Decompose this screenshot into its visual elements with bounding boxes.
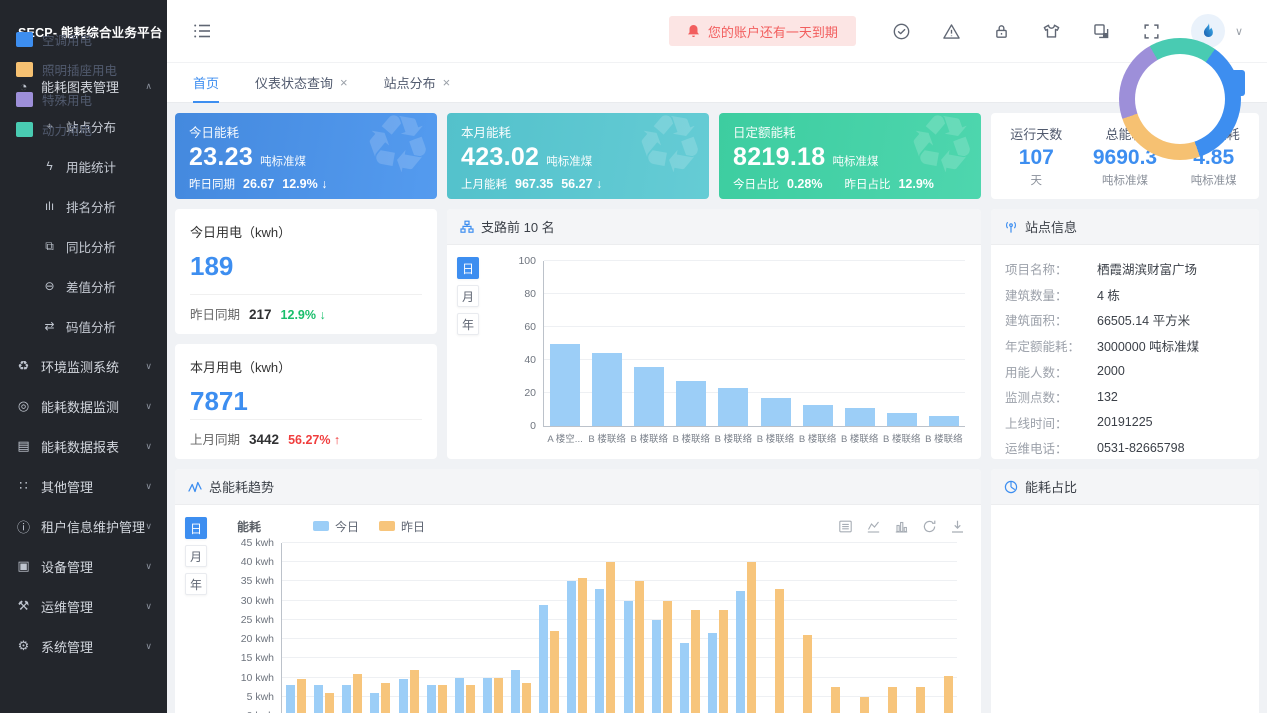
trend-range-tab-月[interactable]: 月: [185, 545, 207, 567]
trend-range-tab-日[interactable]: 日: [185, 517, 207, 539]
trend-range-tab-年[interactable]: 年: [185, 573, 207, 595]
dashboard-content: ♻ 今日能耗 23.23 吨标准煤 昨日同期 26.67 12.9% ↓ ♻ 本…: [167, 103, 1267, 713]
branch-range-tab-月[interactable]: 月: [457, 285, 479, 307]
range-tabs: 日月年: [457, 257, 479, 335]
bottom-row: 总能耗趋势 日月年 能耗 今日昨日: [175, 469, 1259, 713]
energy-ratio-panel: 能耗占比 空调用电照明插座用电特殊用电动力用电: [991, 469, 1259, 713]
panel-body: 空调用电照明插座用电特殊用电动力用电: [991, 469, 1259, 713]
main-area: 您的账户还有一天到期: [167, 0, 1267, 713]
range-tabs: 日月年: [185, 517, 207, 595]
branch-range-tab-年[interactable]: 年: [457, 313, 479, 335]
app-root: SECP- 能耗综合业务平台 ◔能耗图表管理∧⌖站点分布ϟ用能统计ılı排名分析…: [0, 0, 1267, 713]
branch-range-tab-日[interactable]: 日: [457, 257, 479, 279]
